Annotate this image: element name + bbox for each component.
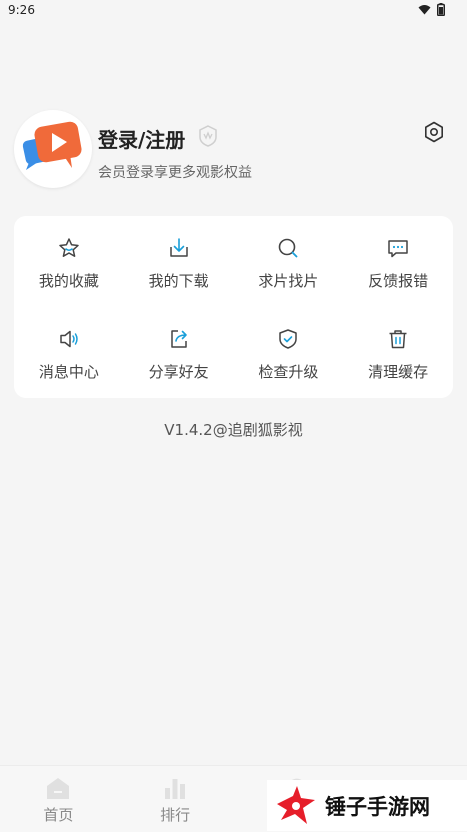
trash-icon <box>389 330 407 349</box>
settings-icon[interactable] <box>422 120 446 144</box>
menu-label-share: 分享好友 <box>148 363 209 381</box>
watermark-text: 锤子手游网 <box>325 794 430 819</box>
menu-label-favorites: 我的收藏 <box>38 272 99 290</box>
menu-item-messages[interactable]: 消息中心 <box>14 307 124 398</box>
menu-item-update[interactable]: 检查升级 <box>234 307 344 398</box>
shield-icon <box>279 329 298 349</box>
bar-chart-icon <box>165 779 186 799</box>
status-time: 9:26 <box>8 3 35 17</box>
home-icon <box>47 778 70 799</box>
search-icon <box>279 238 298 258</box>
menu-item-favorites[interactable]: 我的收藏 <box>14 216 124 307</box>
status-icons <box>418 3 445 16</box>
battery-icon <box>437 3 445 16</box>
watermark: 锤子手游网 <box>267 780 467 831</box>
menu-label-messages: 消息中心 <box>38 363 99 381</box>
tab-label-home: 首页 <box>43 806 74 824</box>
menu-grid: 我的收藏 我的下载 求片找片 反馈报错 消息中心 分享好友 检查升级 清理缓存 <box>14 216 453 398</box>
tab-label-ranking: 排行 <box>160 806 191 824</box>
profile-header[interactable]: 登录/注册 会员登录享更多观影权益 <box>14 110 454 190</box>
status-bar: 9:26 <box>0 0 467 22</box>
menu-item-downloads[interactable]: 我的下载 <box>124 216 234 307</box>
wifi-icon <box>418 5 431 15</box>
vip-badge-icon <box>199 125 217 147</box>
menu-label-feedback: 反馈报错 <box>368 272 429 290</box>
menu-item-share[interactable]: 分享好友 <box>124 307 234 398</box>
menu-label-update: 检查升级 <box>258 363 319 381</box>
share-icon <box>170 330 187 348</box>
login-subtitle: 会员登录享更多观影权益 <box>98 165 252 181</box>
menu-card: 我的收藏 我的下载 求片找片 反馈报错 消息中心 分享好友 检查升级 清理缓存 <box>14 216 453 398</box>
menu-item-request[interactable]: 求片找片 <box>234 216 344 307</box>
menu-item-clear-cache[interactable]: 清理缓存 <box>343 307 453 398</box>
tab-home[interactable]: 首页 <box>0 766 117 832</box>
version-label: V1.4.2@追剧狐影视 <box>164 421 303 439</box>
menu-label-request: 求片找片 <box>258 272 319 290</box>
feedback-icon <box>388 240 408 258</box>
avatar[interactable] <box>14 110 92 188</box>
star-icon <box>59 238 79 257</box>
app-logo-icon <box>22 121 82 170</box>
menu-label-clear-cache: 清理缓存 <box>368 363 429 381</box>
login-register-link[interactable]: 登录/注册 <box>98 124 185 153</box>
download-icon <box>169 238 188 257</box>
tab-ranking[interactable]: 排行 <box>117 766 234 832</box>
menu-item-feedback[interactable]: 反馈报错 <box>343 216 453 307</box>
speaker-icon <box>60 330 78 348</box>
star-logo-icon <box>277 785 315 824</box>
menu-label-downloads: 我的下载 <box>148 272 209 290</box>
